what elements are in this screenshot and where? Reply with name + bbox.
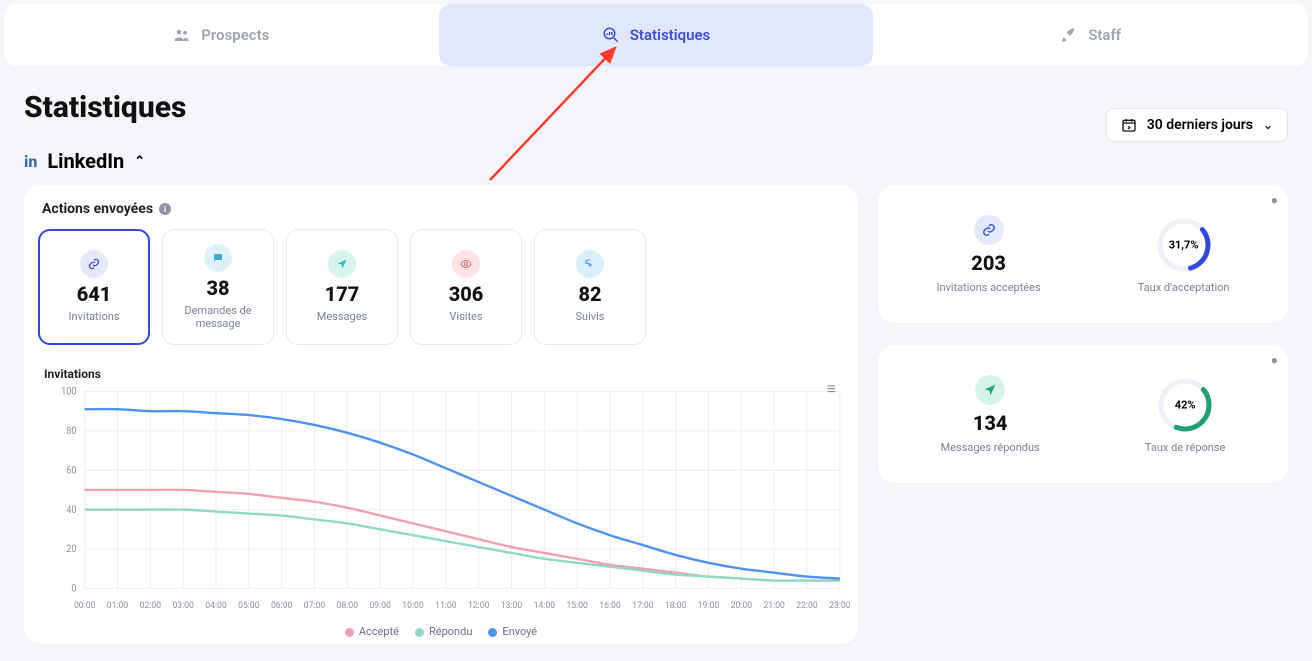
- acceptance-card: ● 203 Invitations acceptées 31,7% Taux d…: [878, 185, 1288, 323]
- tab-statistiques-label: Statistiques: [630, 26, 710, 44]
- svg-text:04:00: 04:00: [205, 601, 226, 611]
- users-icon: [173, 26, 191, 44]
- actions-panel: Actions envoyées i 641 Invitations 38 De…: [24, 185, 858, 644]
- tab-prospects[interactable]: Prospects: [4, 4, 439, 66]
- tab-staff-label: Staff: [1088, 26, 1121, 44]
- svg-text:02:00: 02:00: [140, 601, 161, 611]
- accepted-count: 203: [971, 251, 1006, 275]
- linkedin-icon: in: [24, 152, 37, 171]
- metric-value: 38: [206, 276, 229, 300]
- tab-staff[interactable]: Staff: [873, 4, 1308, 66]
- metric-icon: [452, 250, 480, 278]
- metric-icon: [80, 250, 108, 278]
- svg-text:22:00: 22:00: [796, 601, 817, 611]
- svg-text:20: 20: [66, 544, 76, 555]
- chart-title: Invitations: [44, 367, 850, 381]
- svg-text:60: 60: [66, 465, 76, 476]
- metric-card-0[interactable]: 641 Invitations: [38, 229, 150, 345]
- svg-text:80: 80: [66, 426, 76, 437]
- svg-text:21:00: 21:00: [763, 601, 784, 611]
- svg-text:40: 40: [66, 505, 76, 516]
- metric-label: Demandes de message: [163, 304, 273, 330]
- metric-card-1[interactable]: 38 Demandes de message: [162, 229, 274, 345]
- reply-rate-label: Taux de réponse: [1145, 441, 1225, 454]
- date-range-picker[interactable]: 30 derniers jours ⌄: [1106, 108, 1288, 142]
- metric-icon: [204, 244, 232, 272]
- tab-statistiques[interactable]: Statistiques: [439, 4, 874, 66]
- info-icon[interactable]: i: [159, 203, 171, 215]
- page-title: Statistiques: [24, 90, 1288, 125]
- link-icon: [974, 215, 1004, 245]
- svg-text:100: 100: [61, 386, 76, 397]
- svg-text:06:00: 06:00: [271, 601, 292, 611]
- chevron-up-icon: ⌃: [134, 154, 145, 169]
- svg-text:00:00: 00:00: [74, 601, 95, 611]
- svg-text:20:00: 20:00: [731, 601, 752, 611]
- metric-value: 82: [578, 282, 601, 306]
- accepted-label: Invitations acceptées: [937, 281, 1041, 294]
- acceptance-rate: 31,7%: [1169, 238, 1199, 251]
- magnifier-chart-icon: [602, 26, 620, 44]
- invitations-chart: 0 20 40 60 80 100 00:00 01:00 02:00 03:00 04:00 05:…: [38, 385, 850, 623]
- section-title: LinkedIn: [47, 149, 124, 173]
- svg-text:14:00: 14:00: [534, 601, 555, 611]
- chart-legend: Accepté Répondu Envoyé: [32, 625, 850, 638]
- metric-card-4[interactable]: 82 Suivis: [534, 229, 646, 345]
- metric-icon: [328, 250, 356, 278]
- calendar-icon: [1121, 117, 1137, 133]
- svg-text:23:00: 23:00: [829, 601, 850, 611]
- legend-envoye: Envoyé: [488, 625, 537, 638]
- metric-card-3[interactable]: 306 Visites: [410, 229, 522, 345]
- top-tabs: Prospects Statistiques Staff: [4, 4, 1308, 66]
- legend-repondu: Répondu: [415, 625, 472, 638]
- reply-rate: 42%: [1175, 398, 1196, 411]
- tab-prospects-label: Prospects: [201, 26, 269, 44]
- metric-card-2[interactable]: 177 Messages: [286, 229, 398, 345]
- metric-icon: [576, 250, 604, 278]
- svg-text:12:00: 12:00: [468, 601, 489, 611]
- metric-value: 177: [325, 282, 360, 306]
- svg-text:05:00: 05:00: [238, 601, 259, 611]
- svg-text:13:00: 13:00: [501, 601, 522, 611]
- svg-text:17:00: 17:00: [632, 601, 653, 611]
- reply-card: ● 134 Messages répondus 42% Taux de répo…: [878, 345, 1288, 483]
- metric-value: 641: [77, 282, 112, 306]
- svg-text:08:00: 08:00: [337, 601, 358, 611]
- send-icon: [975, 375, 1005, 405]
- svg-text:19:00: 19:00: [698, 601, 719, 611]
- svg-text:0: 0: [71, 583, 76, 594]
- actions-title: Actions envoyées: [42, 201, 153, 217]
- metric-label: Messages: [311, 310, 373, 323]
- svg-text:09:00: 09:00: [369, 601, 390, 611]
- legend-accepte: Accepté: [345, 625, 399, 638]
- svg-text:07:00: 07:00: [304, 601, 325, 611]
- svg-text:18:00: 18:00: [665, 601, 686, 611]
- svg-text:11:00: 11:00: [435, 601, 456, 611]
- metric-label: Suivis: [570, 310, 611, 323]
- rocket-icon: [1060, 26, 1078, 44]
- metric-value: 306: [449, 282, 484, 306]
- info-icon[interactable]: ●: [1271, 353, 1278, 367]
- chart-menu-icon[interactable]: ≡: [827, 379, 836, 399]
- svg-text:10:00: 10:00: [402, 601, 423, 611]
- date-range-label: 30 derniers jours: [1147, 117, 1253, 133]
- replied-label: Messages répondus: [941, 441, 1040, 454]
- acceptance-rate-label: Taux d'acceptation: [1138, 281, 1230, 294]
- svg-text:01:00: 01:00: [107, 601, 128, 611]
- section-linkedin-toggle[interactable]: in LinkedIn ⌃: [24, 149, 1288, 173]
- svg-text:15:00: 15:00: [566, 601, 587, 611]
- info-icon[interactable]: ●: [1271, 193, 1278, 207]
- metric-label: Visites: [443, 310, 488, 323]
- svg-text:03:00: 03:00: [172, 601, 193, 611]
- svg-text:16:00: 16:00: [599, 601, 620, 611]
- replied-count: 134: [973, 411, 1008, 435]
- metric-label: Invitations: [63, 310, 126, 323]
- chevron-down-icon: ⌄: [1263, 118, 1273, 132]
